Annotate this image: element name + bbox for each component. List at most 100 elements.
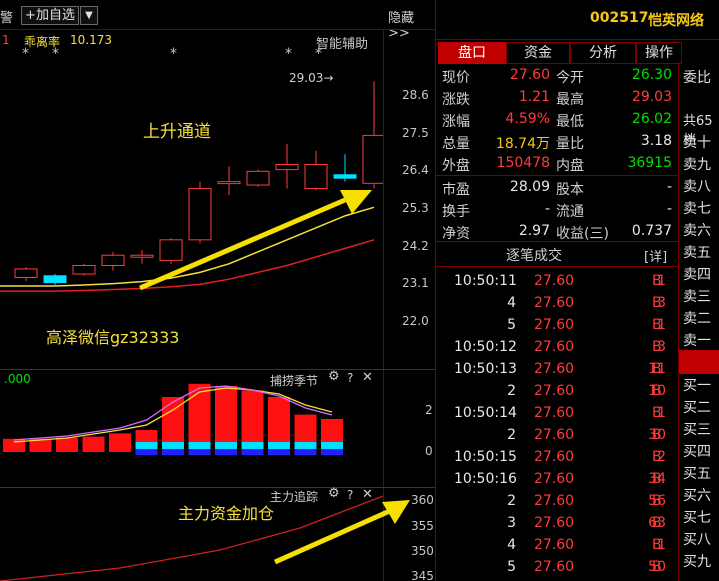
hide-panel-button[interactable]: 隐藏>>: [388, 7, 435, 41]
price-tick: 25.3: [402, 201, 429, 215]
buy-level[interactable]: 买九: [683, 551, 711, 571]
macd-cyan-band: [241, 442, 264, 449]
price-tick: 22.0: [402, 314, 429, 328]
macd-chart[interactable]: [0, 370, 383, 487]
tick-t: 10:50:14: [454, 405, 517, 421]
price-tick: 24.2: [402, 238, 429, 253]
add-watchlist-button[interactable]: +加自选: [21, 6, 79, 25]
tick-t: 2: [507, 493, 516, 509]
quote-value: 36915: [627, 155, 672, 171]
buy-level[interactable]: 买七: [683, 507, 711, 527]
signal-star-icon: *: [285, 46, 292, 62]
price-tick: 27.5: [402, 125, 429, 140]
ticks-title: 逐笔成交: [506, 248, 562, 264]
chart-toolbar: 警 +加自选 ▼ 隐藏>>: [0, 0, 435, 41]
macd-cyan-band: [215, 442, 237, 449]
watchlist-dropdown-icon[interactable]: ▼: [80, 6, 98, 25]
ma-yellow-line: [0, 206, 375, 287]
buy-level[interactable]: 买二: [683, 397, 711, 417]
macd-blue-band: [294, 449, 317, 455]
tick-s: B: [652, 317, 662, 333]
tick-row: 10:50:12 27.60 3 B: [436, 339, 671, 361]
quote-label: 内盘: [556, 158, 584, 174]
macd-bar: [109, 433, 131, 452]
tick-t: 2: [507, 427, 516, 443]
last-price-highlight: [679, 350, 719, 374]
price-tick: 26.4: [402, 163, 429, 178]
macd-bar: [188, 383, 211, 452]
flow-tick: 350: [411, 544, 434, 558]
tick-t: 10:50:16: [454, 471, 517, 487]
ticks-detail-link[interactable]: [详]: [644, 246, 667, 265]
macd-cyan-band: [162, 442, 184, 449]
candle-body: [130, 254, 154, 258]
quote-value: 0.737: [631, 223, 672, 239]
tick-p: 27.60: [534, 383, 575, 399]
alert-label[interactable]: 警: [0, 7, 13, 26]
tick-row: 4 27.60 3 B: [436, 295, 671, 317]
macd-blue-band: [321, 449, 343, 455]
tab-operation[interactable]: 操作: [636, 42, 682, 64]
candlestick-chart[interactable]: * * * * *: [0, 30, 383, 369]
candle-body: [304, 163, 328, 189]
candle-body: [14, 268, 38, 278]
buy-level[interactable]: 买一: [683, 375, 711, 395]
tick-p: 27.60: [534, 339, 575, 355]
macd-cyan-band: [135, 442, 158, 449]
tick-s: B: [652, 405, 662, 421]
buy-level[interactable]: 买三: [683, 419, 711, 439]
buy-level[interactable]: 买六: [683, 485, 711, 505]
tick-row: 10:50:11 27.60 1 B: [436, 273, 671, 295]
tab-funds[interactable]: 资金: [506, 42, 570, 64]
quote-label: 流通: [556, 204, 584, 220]
main-flow-chart[interactable]: 360 355 350 345: [0, 488, 435, 581]
price-tick: 28.6: [402, 88, 429, 102]
quote-value: 150478: [496, 155, 550, 171]
quote-value: -: [666, 201, 672, 217]
tab-order-book[interactable]: 盘口: [438, 42, 506, 64]
tick-s: B: [652, 427, 662, 443]
signal-star-icon: *: [170, 46, 177, 62]
macd-tick: 2: [425, 403, 433, 417]
signal-star-icon: *: [52, 46, 59, 62]
quote-value: 2.97: [518, 223, 550, 239]
sell-level[interactable]: 卖九: [683, 154, 711, 174]
sell-level[interactable]: 卖六: [683, 220, 711, 240]
quote-value: -: [666, 179, 672, 195]
tick-p: 27.60: [534, 317, 575, 333]
buy-level[interactable]: 买五: [683, 463, 711, 483]
candle-body: [188, 187, 212, 241]
sell-level[interactable]: 卖五: [683, 242, 711, 262]
sell-level[interactable]: 卖四: [683, 264, 711, 284]
macd-blue-band: [268, 449, 290, 455]
buy-level[interactable]: 买八: [683, 529, 711, 549]
candle-body: [275, 163, 299, 171]
tick-row: 2 27.60 10 B: [436, 383, 671, 405]
quote-value: 26.02: [631, 111, 672, 127]
sell-level[interactable]: 卖一: [683, 330, 711, 350]
signal-star-icon: *: [315, 46, 322, 62]
tick-p: 27.60: [534, 537, 575, 553]
sell-level[interactable]: 卖三: [683, 286, 711, 306]
macd-blue-band: [135, 449, 158, 455]
candle-body: [362, 134, 383, 184]
sell-level[interactable]: 卖七: [683, 198, 711, 218]
tick-p: 27.60: [534, 493, 575, 509]
tab-analysis[interactable]: 分析: [570, 42, 636, 64]
quote-value: 3.18: [640, 133, 672, 149]
sell-level[interactable]: 卖二: [683, 308, 711, 328]
tick-p: 27.60: [534, 559, 575, 575]
tick-p: 27.60: [534, 405, 575, 421]
flow-arrow: [273, 507, 394, 565]
stock-name: 恺英网络: [648, 13, 704, 29]
candle-body: [43, 275, 67, 284]
sell-level[interactable]: 卖八: [683, 176, 711, 196]
tick-row: 10:50:14 27.60 1 B: [436, 405, 671, 427]
tick-p: 27.60: [534, 515, 575, 531]
tick-t: 10:50:11: [454, 273, 517, 289]
sell-level[interactable]: 卖十: [683, 132, 711, 152]
candle-body: [333, 174, 357, 179]
tick-s: B: [652, 361, 662, 377]
tick-s: B: [652, 383, 662, 399]
buy-level[interactable]: 买四: [683, 441, 711, 461]
